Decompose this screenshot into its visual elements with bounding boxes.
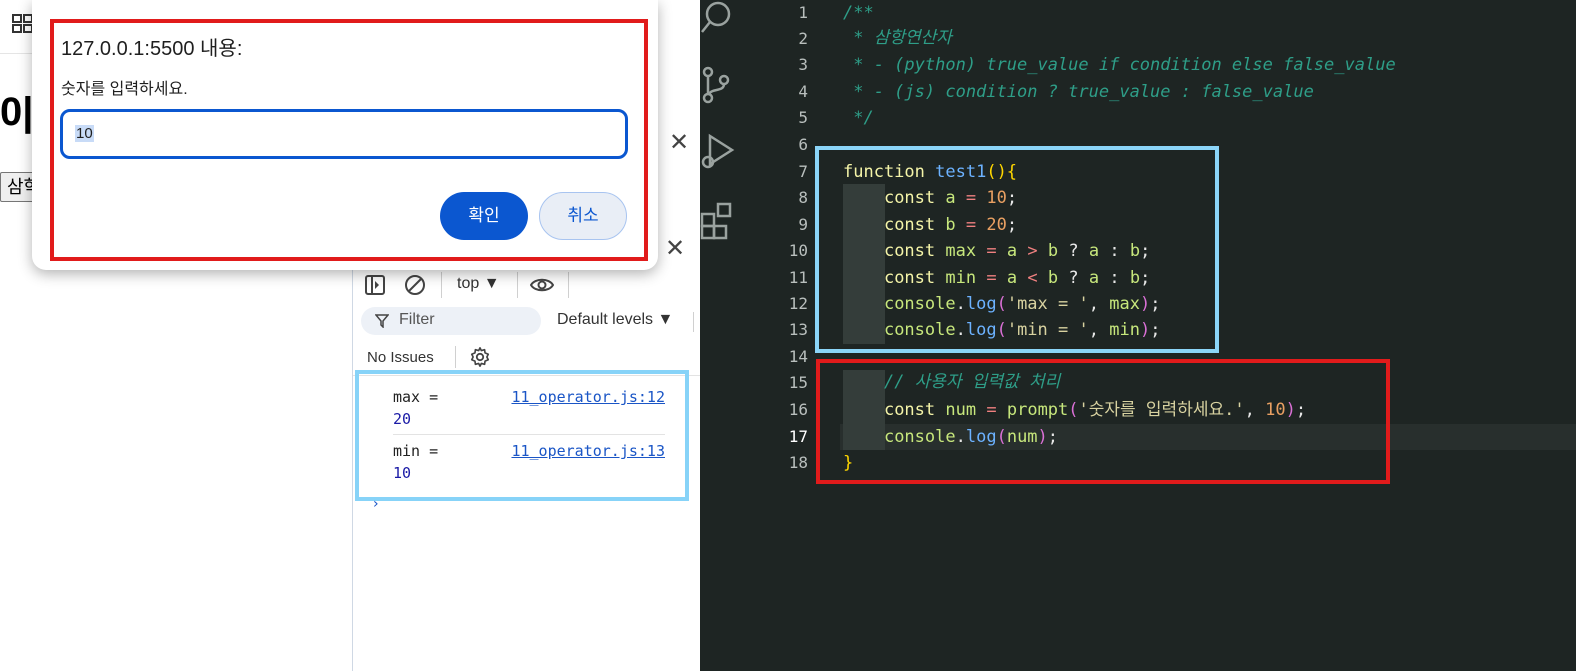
log-value: 20 (393, 410, 412, 428)
eye-icon[interactable] (530, 273, 554, 297)
log-levels-dropdown[interactable]: Default levels ▼ (557, 311, 673, 329)
line-number: 11 (788, 268, 808, 287)
clear-console-icon[interactable] (403, 273, 427, 297)
code-line: * 삼항연산자 (843, 28, 952, 48)
line-number: 12 (788, 294, 808, 313)
apps-grid-icon[interactable] (12, 12, 34, 34)
toolbar-divider (568, 272, 569, 298)
log-divider (393, 434, 665, 435)
line-number: 15 (788, 373, 808, 392)
browser-page: 0| 삼학 ✕ ✕ top ▼ Filter Default levels ▼ … (0, 0, 700, 671)
gear-icon[interactable] (469, 346, 491, 368)
line-number: 7 (798, 162, 808, 181)
line-number: 5 (798, 108, 808, 127)
code-line: */ (843, 108, 874, 128)
filter-icon (375, 314, 389, 328)
code-line: * - (js) condition ? true_value : false_… (843, 82, 1314, 102)
toolbar-divider (693, 312, 694, 332)
prompt-dialog: 127.0.0.1:5500 내용: 숫자를 입력하세요. 10 확인 취소 (32, 0, 658, 270)
log-value: 10 (393, 464, 412, 482)
log-source-link[interactable]: 11_operator.js:12 (511, 386, 665, 408)
issues-status[interactable]: No Issues (367, 349, 434, 366)
dialog-message: 숫자를 입력하세요. (61, 81, 188, 98)
dialog-title: 127.0.0.1:5500 내용: (61, 38, 243, 60)
log-source-link[interactable]: 11_operator.js:13 (511, 440, 665, 462)
source-control-icon[interactable] (700, 66, 736, 106)
ok-button[interactable]: 확인 (440, 192, 528, 240)
line-number: 13 (788, 320, 808, 339)
code-highlight-box-red (816, 359, 1390, 484)
toolbar-divider (517, 272, 518, 298)
line-number: 6 (798, 135, 808, 154)
line-number: 8 (798, 188, 808, 207)
code-highlight-box-blue (815, 146, 1219, 353)
line-number: 2 (798, 29, 808, 48)
console-output-highlight: max = 20 11_operator.js:12 min = 10 11_o… (355, 370, 689, 512)
prompt-input-value: 10 (75, 125, 94, 142)
code-line: /** (843, 3, 874, 23)
toolbar-divider (441, 272, 442, 298)
close-icon[interactable]: ✕ (669, 130, 689, 154)
filter-placeholder: Filter (399, 311, 435, 328)
search-icon[interactable] (700, 0, 736, 40)
line-number: 10 (788, 241, 808, 260)
console-log-entry: max = 20 11_operator.js:12 (393, 386, 665, 430)
line-number: 9 (798, 215, 808, 234)
extensions-icon[interactable] (700, 200, 736, 240)
prompt-input[interactable]: 10 (60, 109, 628, 159)
line-number: 18 (788, 453, 808, 472)
toolbar-divider (455, 346, 456, 368)
line-number: 3 (798, 55, 808, 74)
line-number: 14 (788, 347, 808, 366)
code-line: * - (python) true_value if condition els… (843, 55, 1396, 75)
page-heading: 0| (0, 90, 34, 134)
line-number: 16 (788, 400, 808, 419)
run-debug-icon[interactable] (700, 132, 736, 172)
cancel-button[interactable]: 취소 (539, 192, 627, 240)
filter-input[interactable]: Filter (361, 307, 541, 335)
console-log-entry: min = 10 11_operator.js:13 (393, 440, 665, 484)
activity-bar (700, 0, 748, 671)
console-prompt[interactable]: › (373, 496, 379, 512)
line-number: 17 (788, 427, 808, 446)
context-selector[interactable]: top ▼ (457, 275, 500, 293)
line-number: 4 (798, 82, 808, 101)
close-drawer-icon[interactable]: ✕ (665, 236, 685, 260)
sidebar-toggle-icon[interactable] (363, 273, 387, 297)
line-number: 1 (798, 3, 808, 22)
console-toolbar: top ▼ (353, 266, 700, 304)
